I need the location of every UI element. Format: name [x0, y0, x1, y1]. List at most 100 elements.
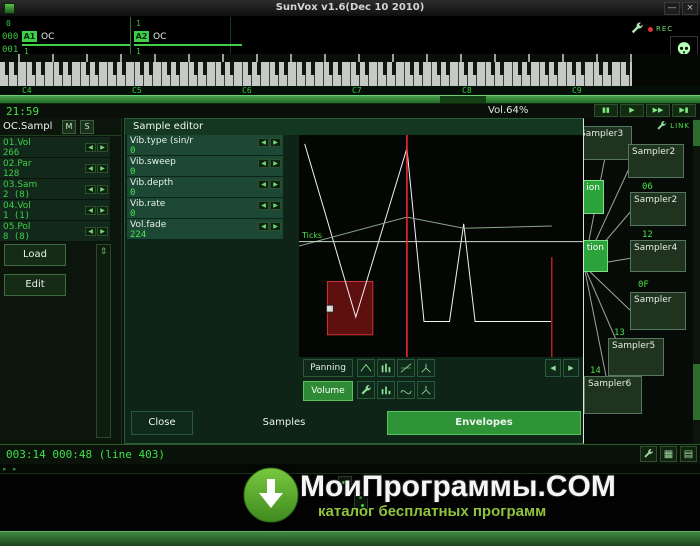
- increment-icon[interactable]: ▶: [97, 227, 108, 236]
- controller-item[interactable]: 04.Vol 1 (1) ◀ ▶: [0, 200, 110, 221]
- pattern-sprite[interactable]: [338, 476, 352, 494]
- envelope-tool-wrench-icon[interactable]: [357, 381, 375, 399]
- module-box-selected-partial[interactable]: ion: [584, 180, 604, 214]
- decrement-icon[interactable]: ◀: [85, 143, 96, 152]
- rec-indicator[interactable]: REC: [648, 25, 673, 33]
- volume-envelope-button[interactable]: Volume: [303, 381, 353, 401]
- decrement-icon[interactable]: ◀: [85, 185, 96, 194]
- decrement-icon[interactable]: ◀: [85, 164, 96, 173]
- controller-value: 1 (1): [3, 211, 31, 221]
- editor-control[interactable]: Vib.depth 0 ◀ ▶: [127, 177, 283, 198]
- envelope-prev-icon[interactable]: ◀: [545, 359, 561, 377]
- decrement-icon[interactable]: ◀: [258, 180, 269, 189]
- module-box-sampler5[interactable]: Sampler5: [608, 338, 664, 376]
- control-label: Vib.rate: [130, 199, 166, 209]
- close-button[interactable]: ×: [682, 2, 698, 15]
- mute-button[interactable]: M: [62, 120, 76, 134]
- scroll-thumb[interactable]: [693, 120, 700, 146]
- increment-icon[interactable]: ▶: [97, 143, 108, 152]
- scroll-thumb[interactable]: [693, 364, 700, 420]
- octave-label: C9: [572, 86, 582, 95]
- edit-button[interactable]: Edit: [4, 274, 66, 296]
- decrement-icon[interactable]: ◀: [258, 138, 269, 147]
- module-box-sampler4[interactable]: Sampler4: [630, 240, 686, 272]
- envelope-preset-ramp-icon[interactable]: [397, 359, 415, 377]
- envelope-preset-bars-icon[interactable]: [377, 359, 395, 377]
- envelope-graph[interactable]: Ticks: [299, 135, 583, 357]
- editor-control[interactable]: Vib.rate 0 ◀ ▶: [127, 198, 283, 219]
- panning-envelope-button[interactable]: Panning: [303, 359, 353, 377]
- load-button[interactable]: Load: [4, 244, 66, 266]
- pattern-block-a1[interactable]: A1: [22, 31, 37, 42]
- module-box-sampler[interactable]: Sampler: [630, 292, 686, 330]
- module-box-selected-partial2[interactable]: tion: [584, 240, 608, 272]
- close-editor-button[interactable]: Close: [131, 411, 193, 435]
- wrench-icon[interactable]: [640, 446, 657, 462]
- envelope-preset-peak-icon[interactable]: [357, 359, 375, 377]
- envelope-tool-bars-icon[interactable]: [377, 381, 395, 399]
- increment-icon[interactable]: ▶: [270, 138, 281, 147]
- envelope-tool-fork-icon[interactable]: [417, 381, 435, 399]
- increment-icon[interactable]: ▶: [97, 164, 108, 173]
- decrement-icon[interactable]: ◀: [85, 206, 96, 215]
- pattern-bar: [22, 44, 130, 46]
- envelopes-tab[interactable]: Envelopes: [387, 411, 581, 435]
- controller-item[interactable]: 01.Vol 266 ◀ ▶: [0, 137, 110, 158]
- increment-icon[interactable]: ▶: [97, 185, 108, 194]
- controller-item[interactable]: 05.Pol 8 (8) ◀ ▶: [0, 221, 110, 242]
- increment-icon[interactable]: ▶: [270, 159, 281, 168]
- module-box-sampler6[interactable]: Sampler6: [584, 376, 642, 414]
- samples-tab[interactable]: Samples: [239, 411, 329, 435]
- pattern-module-label: OC: [41, 32, 55, 42]
- play-from-cursor-button[interactable]: ▶▮: [672, 104, 696, 117]
- envelope-next-icon[interactable]: ▶: [563, 359, 579, 377]
- decrement-icon[interactable]: ◀: [258, 159, 269, 168]
- song-scrollbar[interactable]: [0, 531, 700, 546]
- pattern-sprite[interactable]: [354, 492, 368, 510]
- modules-scrollbar[interactable]: [693, 118, 700, 444]
- minimize-button[interactable]: —: [664, 2, 680, 15]
- editor-control[interactable]: Vib.sweep 0 ◀ ▶: [127, 156, 283, 177]
- envelope-plot[interactable]: [299, 135, 583, 357]
- module-box-sampler2-top[interactable]: Sampler2: [628, 144, 684, 178]
- controller-item[interactable]: 02.Par 128 ◀ ▶: [0, 158, 110, 179]
- fast-forward-button[interactable]: ▶▶: [646, 104, 670, 117]
- envelope-tool-smooth-icon[interactable]: [397, 381, 415, 399]
- keyboard-scrollbar[interactable]: [0, 95, 700, 104]
- main-area: OC.Sampl M S 01.Vol 266 ◀ ▶ 02.Par 128 ◀…: [0, 118, 700, 444]
- decrement-icon[interactable]: ◀: [258, 222, 269, 231]
- sample-editor-window: Sample editor Vib.type (sin/r 0 ◀ ▶ Vib.…: [124, 118, 584, 444]
- decrement-icon[interactable]: ◀: [85, 227, 96, 236]
- decrement-icon[interactable]: ◀: [258, 201, 269, 210]
- pattern-block-a2[interactable]: A2: [134, 31, 149, 42]
- control-label: Vib.depth: [130, 178, 174, 188]
- increment-icon[interactable]: ▶: [270, 180, 281, 189]
- wrench-icon[interactable]: [628, 20, 646, 36]
- sample-editor-title: Sample editor: [125, 119, 583, 135]
- timeline-marker: 0: [6, 19, 11, 28]
- octave-label: C5: [132, 86, 142, 95]
- increment-icon[interactable]: ▶: [270, 222, 281, 231]
- volume-display[interactable]: Vol.64%: [488, 105, 528, 116]
- pause-button[interactable]: ▮▮: [594, 104, 618, 117]
- editor-control[interactable]: Vol.fade 224 ◀ ▶: [127, 219, 283, 240]
- piano-keyboard[interactable]: [0, 62, 632, 86]
- increment-icon[interactable]: ▶: [97, 206, 108, 215]
- module-box-sampler2[interactable]: Sampler2: [630, 192, 686, 226]
- controller-scrollbar[interactable]: ⇕: [96, 244, 111, 438]
- pattern-list-icon[interactable]: ▤: [680, 446, 697, 462]
- modules-panel[interactable]: LINK Sampler3 Sampler2 ion 06 Sampler2 1…: [584, 118, 700, 444]
- note-ruler: [0, 54, 632, 62]
- song-pattern-area[interactable]: [0, 474, 700, 531]
- controller-item[interactable]: 03.Sam 2 (8) ◀ ▶: [0, 179, 110, 200]
- solo-button[interactable]: S: [80, 120, 94, 134]
- envelope-preset-fork-icon[interactable]: [417, 359, 435, 377]
- pattern-grid-icon[interactable]: ▦: [660, 446, 677, 462]
- play-button[interactable]: ▶: [620, 104, 644, 117]
- module-box-sampler3[interactable]: Sampler3: [584, 126, 632, 160]
- rec-label: REC: [656, 25, 674, 33]
- pattern-timeline[interactable]: 0 1 000 001 A1 OC A2 OC 1 1 REC: [0, 17, 700, 63]
- increment-icon[interactable]: ▶: [270, 201, 281, 210]
- editor-control[interactable]: Vib.type (sin/r 0 ◀ ▶: [127, 135, 283, 156]
- modules-toolbar[interactable]: LINK: [656, 120, 690, 131]
